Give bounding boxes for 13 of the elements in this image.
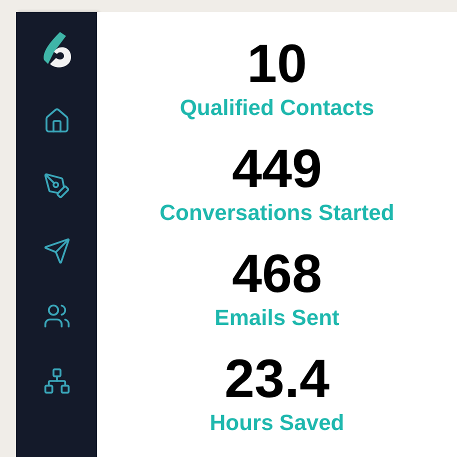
stat-label: Emails Sent [214,304,340,332]
users-icon[interactable] [42,302,70,330]
send-icon[interactable] [42,237,70,265]
stat-value: 23.4 [224,349,330,409]
network-icon[interactable] [42,367,70,395]
stat-label: Hours Saved [210,409,344,437]
stat-label: Qualified Contacts [180,94,374,122]
pen-icon[interactable] [42,172,70,200]
home-icon[interactable] [42,107,70,135]
stat-label: Conversations Started [160,199,394,227]
stat-value: 10 [246,34,308,94]
stat-value: 449 [232,139,322,199]
stat-value: 468 [232,244,322,304]
